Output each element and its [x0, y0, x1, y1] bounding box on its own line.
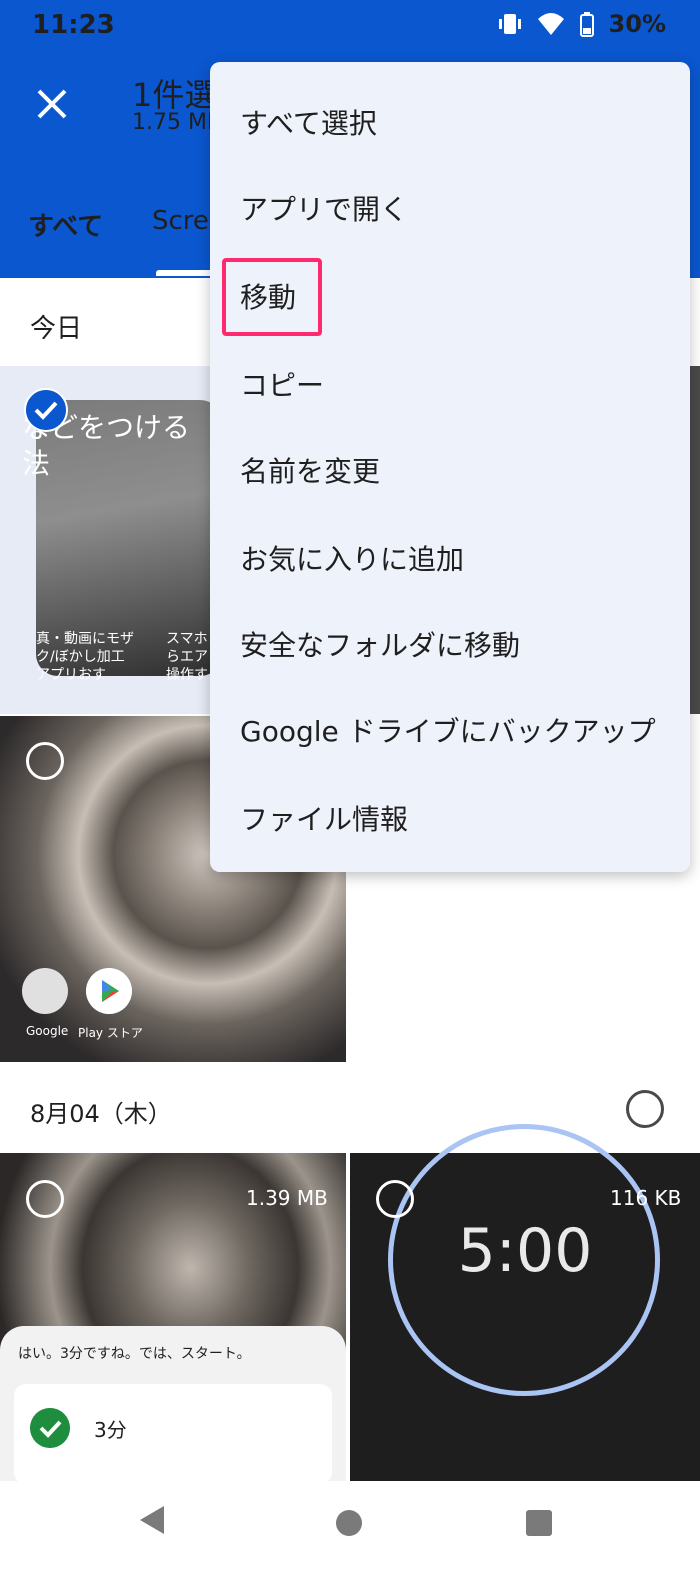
menu-item-safe-folder[interactable]: 安全なフォルダに移動 — [240, 624, 520, 664]
section-date: 8月04（木） — [30, 1100, 172, 1128]
play-store-label: Play ストア — [78, 1026, 143, 1040]
overflow-menu: すべて選択 アプリで開く 移動 コピー 名前を変更 お気に入りに追加 安全なフォ… — [210, 62, 690, 872]
back-icon[interactable] — [140, 1506, 164, 1534]
caption-right: スマホ らエア 操作す — [166, 631, 208, 683]
timer-label: 3分 — [94, 1418, 127, 1442]
select-circle-icon[interactable] — [26, 742, 64, 780]
battery-percent: 30% — [608, 10, 666, 38]
menu-item-file-info[interactable]: ファイル情報 — [240, 798, 408, 838]
recents-icon[interactable] — [526, 1510, 552, 1536]
wifi-icon — [537, 13, 564, 35]
google-app-label: Google — [26, 1024, 69, 1038]
file-size: 1.39 MB — [246, 1186, 328, 1210]
select-circle-icon[interactable] — [26, 1180, 64, 1218]
assistant-message: はい。3分ですね。では、スタート。 — [18, 1346, 251, 1362]
check-icon — [30, 1408, 70, 1448]
close-icon[interactable] — [30, 82, 74, 126]
select-circle-icon[interactable] — [376, 1180, 414, 1218]
caption-left: 真・動画にモザ ク/ぼかし加工 アプリおす — [36, 631, 134, 683]
thumbnail-edge — [690, 366, 700, 714]
tab-screenshots[interactable]: Scre — [152, 206, 209, 236]
play-store-icon — [86, 968, 132, 1014]
home-icon[interactable] — [336, 1510, 362, 1536]
check-circle-icon[interactable] — [24, 388, 68, 432]
selection-size: 1.75 MB — [132, 110, 223, 135]
menu-item-open-with[interactable]: アプリで開く — [240, 188, 408, 228]
menu-item-rename[interactable]: 名前を変更 — [240, 450, 380, 490]
menu-item-copy[interactable]: コピー — [240, 364, 324, 404]
select-date-circle-icon[interactable] — [626, 1090, 664, 1128]
menu-item-drive-backup[interactable]: Google ドライブにバックアップ — [240, 710, 656, 750]
google-app-icon — [22, 968, 68, 1014]
menu-item-favorite[interactable]: お気に入りに追加 — [240, 538, 464, 578]
tab-all[interactable]: すべて — [28, 206, 103, 243]
file-size: 116 KB — [610, 1186, 682, 1210]
status-icons: 30% — [497, 10, 666, 38]
section-today: 今日 — [30, 314, 83, 344]
status-time: 11:23 — [32, 10, 115, 40]
battery-icon — [579, 12, 594, 37]
vibrate-icon — [498, 14, 521, 34]
timer-value: 5:00 — [457, 1216, 593, 1286]
menu-item-select-all[interactable]: すべて選択 — [240, 102, 377, 142]
highlight-box — [222, 258, 322, 336]
thumbnail-caption: 真・動画にモザ ク/ぼかし加工 アプリおす スマホ らエア 操作す — [36, 630, 208, 684]
